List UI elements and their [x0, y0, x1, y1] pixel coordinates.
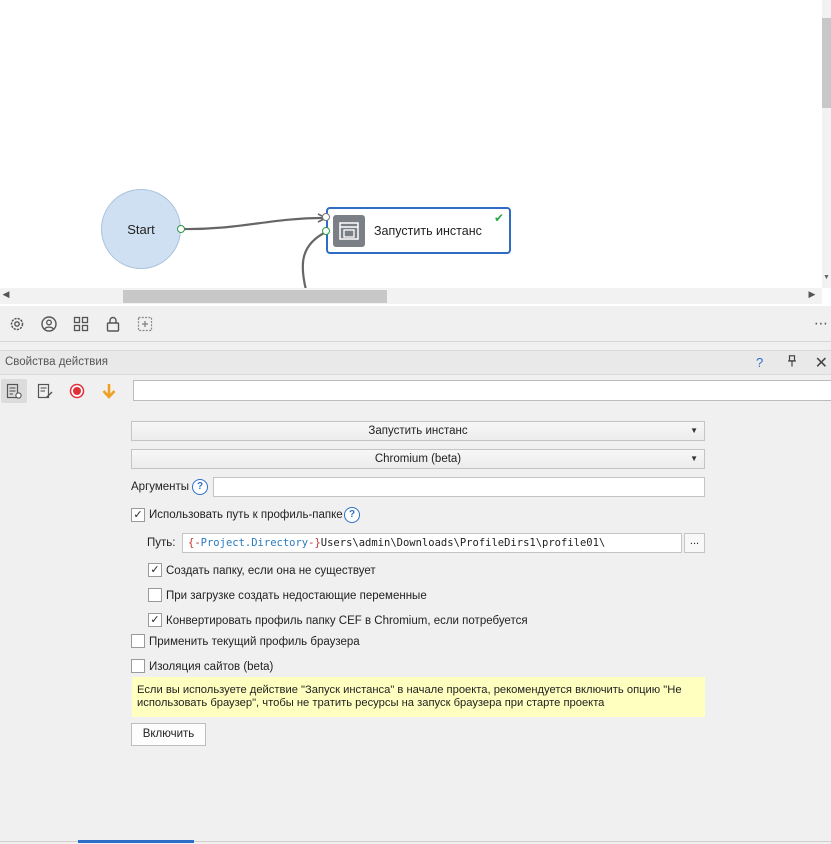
canvas-toolbar: ⋯ [0, 306, 831, 342]
action-input-port[interactable] [322, 213, 330, 221]
path-variable: Project.Directory [200, 537, 309, 549]
project-canvas[interactable]: Start Запустить инстанс ✔ ▼ ◀ ▶ [0, 0, 831, 306]
check-icon: ✔ [493, 211, 504, 225]
action-node-label: Запустить инстанс [374, 223, 482, 238]
browser-type-value: Chromium (beta) [374, 453, 462, 465]
start-node[interactable]: Start [101, 189, 181, 269]
action-type-value: Запустить инстанс [368, 425, 468, 437]
use-profile-path-checkbox[interactable]: ✓ [131, 508, 145, 522]
profile-path-input[interactable]: {-Project.Directory-}Users\admin\Downloa… [182, 533, 682, 553]
path-label: Путь: [147, 537, 176, 549]
user-circle-icon[interactable] [40, 315, 58, 333]
create-folder-checkbox[interactable]: ✓ [148, 563, 162, 577]
enable-button[interactable]: Включить [131, 723, 206, 746]
vertical-scroll-thumb[interactable] [822, 18, 831, 108]
start-node-label: Start [127, 221, 155, 237]
info-note: Если вы используете действие "Запуск инс… [132, 677, 705, 717]
pin-icon[interactable] [787, 355, 797, 370]
record-icon[interactable] [64, 379, 90, 403]
path-brace-open: {- [188, 537, 201, 549]
more-options-icon[interactable]: ⋯ [814, 315, 829, 332]
help-button[interactable]: ? [756, 355, 763, 370]
action-output-port[interactable] [322, 227, 330, 235]
properties-panel-header: Свойства действия ? ✕ [0, 350, 831, 375]
scroll-right-arrow-icon[interactable]: ▶ [806, 289, 818, 300]
add-box-icon[interactable] [136, 315, 154, 333]
edit-icon[interactable] [32, 379, 58, 403]
arguments-label: Аргументы [131, 481, 190, 493]
use-profile-path-label: Использовать путь к профиль-папке [149, 509, 343, 521]
chevron-down-icon: ▼ [690, 426, 698, 435]
properties-icon[interactable] [1, 379, 27, 403]
grid-icon[interactable] [72, 315, 90, 333]
horizontal-scroll-thumb[interactable] [123, 290, 387, 303]
site-isolation-checkbox[interactable] [131, 659, 145, 673]
link-start-to-action [180, 216, 324, 231]
start-output-port[interactable] [177, 225, 185, 233]
browse-button[interactable]: ... [684, 533, 705, 553]
path-brace-close: -} [308, 537, 321, 549]
apply-current-profile-label: Применить текущий профиль браузера [149, 636, 360, 648]
canvas-vertical-scrollbar[interactable]: ▼ [822, 0, 831, 288]
convert-cef-checkbox[interactable]: ✓ [148, 613, 162, 627]
action-type-select[interactable]: Запустить инстанс ▼ [131, 421, 705, 441]
chevron-down-icon: ▼ [690, 454, 698, 463]
action-node-launch-instance[interactable]: Запустить инстанс ✔ [326, 207, 511, 254]
help-icon[interactable]: ? [344, 507, 360, 523]
create-vars-label: При загрузке создать недостающие перемен… [166, 590, 427, 602]
scroll-left-arrow-icon[interactable]: ◀ [0, 289, 12, 300]
action-name-input[interactable] [133, 380, 831, 401]
active-bottom-tab-indicator[interactable] [78, 840, 194, 843]
browser-type-select[interactable]: Chromium (beta) ▼ [131, 449, 705, 469]
arguments-input[interactable] [213, 477, 705, 497]
arrow-down-icon[interactable] [96, 379, 122, 403]
path-rest: Users\admin\Downloads\ProfileDirs1\profi… [320, 537, 606, 549]
scroll-down-arrow-icon[interactable]: ▼ [822, 274, 831, 286]
create-folder-label: Создать папку, если она не существует [166, 565, 376, 577]
link-action-outgoing [301, 231, 327, 291]
lock-icon[interactable] [104, 315, 122, 333]
apply-current-profile-checkbox[interactable] [131, 634, 145, 648]
convert-cef-label: Конвертировать профиль папку CEF в Chrom… [166, 615, 528, 627]
canvas-horizontal-scrollbar[interactable]: ◀ ▶ [0, 288, 822, 304]
properties-toolbar [0, 376, 831, 404]
gear-icon[interactable] [8, 315, 26, 333]
properties-title: Свойства действия [5, 356, 109, 368]
help-icon[interactable]: ? [192, 479, 208, 495]
window-instance-icon [333, 214, 365, 247]
site-isolation-label: Изоляция сайтов (beta) [149, 661, 274, 673]
close-panel-button[interactable]: ✕ [815, 353, 828, 373]
create-vars-checkbox[interactable] [148, 588, 162, 602]
